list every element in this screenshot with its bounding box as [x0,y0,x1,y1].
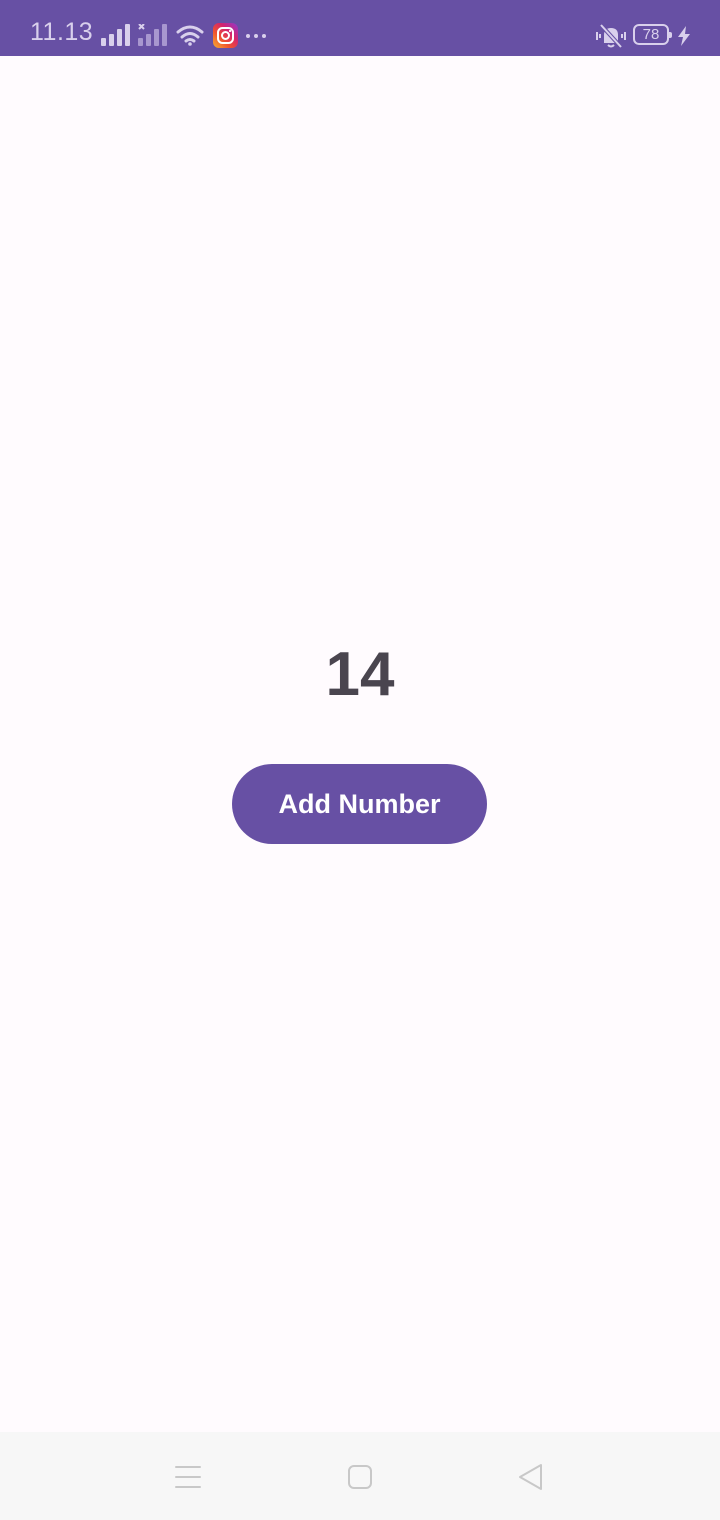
back-icon[interactable] [517,1463,545,1496]
charging-icon [677,26,691,51]
wifi-icon [176,24,204,51]
vibrate-icon [594,23,628,53]
more-notifications-icon [244,26,268,51]
battery-nub [669,32,672,38]
battery-level: 78 [642,26,660,43]
home-icon[interactable] [347,1464,373,1495]
signal-no-service-icon [138,23,168,51]
counter-value: 14 [325,640,395,709]
navigation-bar [0,1432,720,1520]
battery-icon: 78 [633,24,672,45]
add-number-button[interactable]: Add Number [232,764,487,844]
status-bar: 11.13 78 [0,0,720,56]
signal-icon [101,24,131,51]
status-time: 11.13 [30,18,94,46]
menu-icon[interactable] [175,1465,201,1494]
instagram-notification-icon [213,23,238,48]
